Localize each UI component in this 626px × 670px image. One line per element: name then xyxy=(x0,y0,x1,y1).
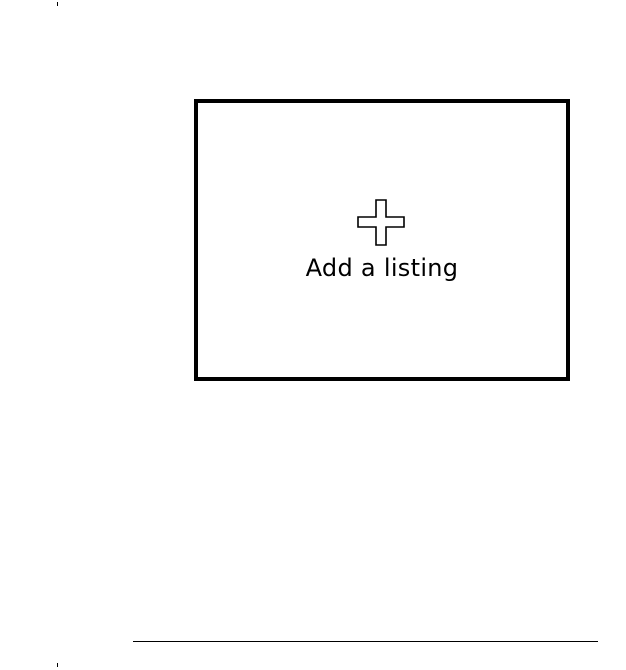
top-edge-mark xyxy=(57,2,58,6)
add-listing-content: Add a listing xyxy=(198,199,566,280)
section-divider xyxy=(133,641,598,642)
add-listing-button[interactable]: Add a listing xyxy=(194,99,570,381)
add-listing-label: Add a listing xyxy=(305,254,459,282)
plus-icon xyxy=(357,199,405,246)
bottom-edge-mark xyxy=(57,663,58,667)
